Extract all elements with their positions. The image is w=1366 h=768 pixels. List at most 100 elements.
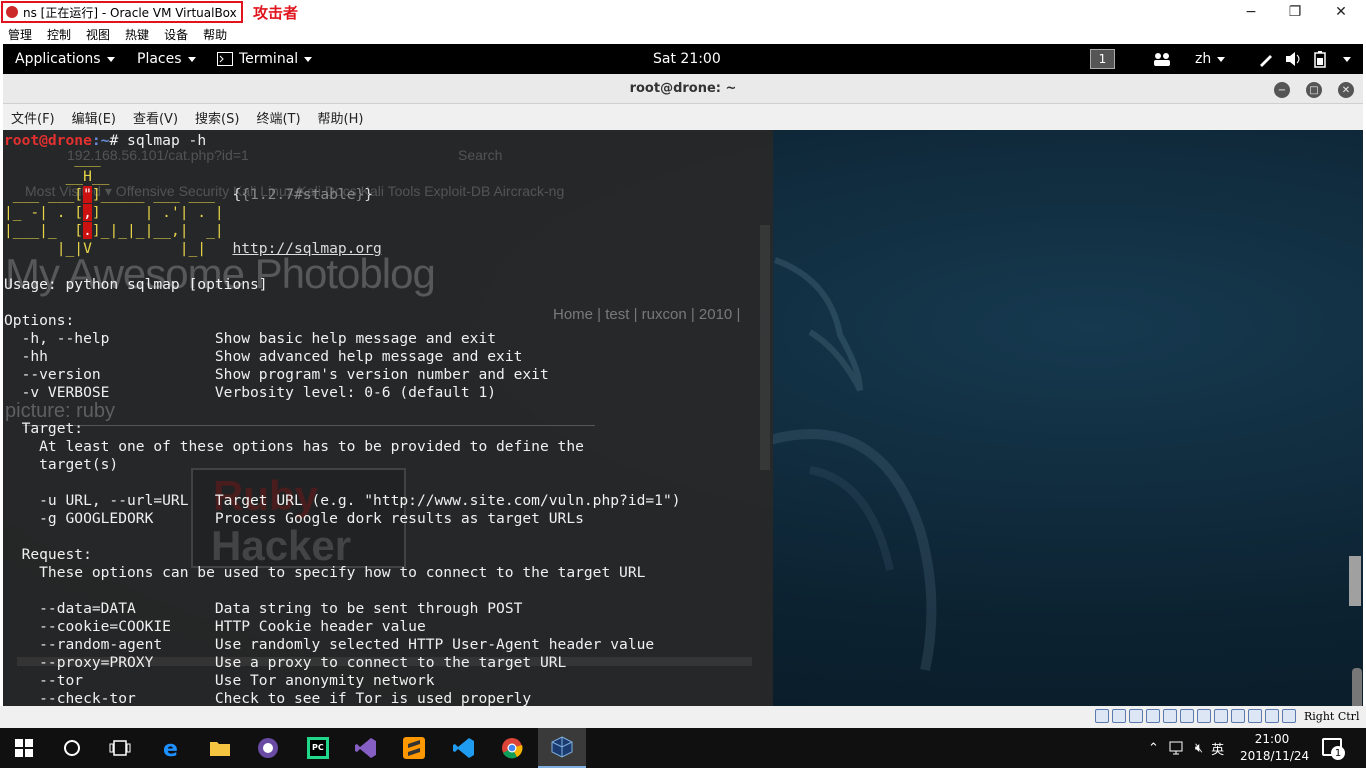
vbox-menu-control[interactable]: 控制 <box>47 26 71 43</box>
logo-line-4c: ] | .'| . | <box>91 204 224 221</box>
logo-line-2: __H__ <box>4 168 110 185</box>
sublime-icon[interactable] <box>390 728 438 768</box>
terminal-menu-file[interactable]: 文件(F) <box>11 108 55 127</box>
vbox-titlebar: ns [正在运行] - Oracle VM VirtualBox 攻击者 − ❐… <box>0 0 1366 24</box>
clock[interactable]: Sat 21:00 <box>653 44 721 74</box>
target-desc-2: target(s) <box>4 456 119 473</box>
start-icon[interactable] <box>0 728 48 768</box>
chevron-down-icon <box>106 56 115 62</box>
option-flag: -u URL, --url=URL <box>4 492 215 509</box>
option-flag: --version <box>4 366 215 383</box>
sqlmap-url[interactable]: http://sqlmap.org <box>232 240 381 257</box>
optical-drive-icon[interactable] <box>1112 709 1126 723</box>
terminal-close-button[interactable]: ✕ <box>1338 82 1354 98</box>
network-icon[interactable] <box>1146 709 1160 723</box>
shared-folder-icon[interactable] <box>1180 709 1194 723</box>
command: sqlmap -h <box>127 132 207 149</box>
taskbar-time: 21:00 <box>1254 732 1290 746</box>
pen-icon[interactable] <box>1258 44 1274 74</box>
option-desc: Target URL (e.g. "http://www.site.com/vu… <box>214 492 681 509</box>
terminal-menu-view[interactable]: 查看(V) <box>133 108 178 127</box>
terminal-menu-search[interactable]: 搜索(S) <box>195 108 239 127</box>
chrome-icon[interactable] <box>488 728 536 768</box>
hard-disk-icon[interactable] <box>1095 709 1109 723</box>
video-capture-icon[interactable] <box>1214 709 1228 723</box>
attacker-label: 攻击者 <box>253 4 299 22</box>
applications-menu[interactable]: Applications <box>15 44 115 74</box>
speaker-muted-icon[interactable]: 🔇︎ <box>1195 741 1203 756</box>
taskbar-clock[interactable]: 21:00 2018/11/24 <box>1240 731 1310 765</box>
debian-icon <box>6 6 18 18</box>
terminal-output[interactable]: 192.168.56.101/cat.php?id=1 Search Most … <box>3 130 773 706</box>
desktop-scrollbar[interactable] <box>1349 556 1361 606</box>
svg-text:e: e <box>163 737 178 759</box>
app-purple-icon[interactable] <box>244 728 292 768</box>
system-tray: ⌃ 🔇︎ 英 <box>1148 728 1232 768</box>
system-menu-icon[interactable] <box>1343 56 1351 62</box>
file-explorer-icon[interactable] <box>196 728 244 768</box>
chevron-down-icon <box>1217 56 1226 62</box>
svg-text:PC: PC <box>312 743 324 752</box>
volume-icon[interactable] <box>1285 44 1303 74</box>
ghost-scrollbar <box>760 225 770 470</box>
mouse-integration-icon[interactable] <box>1265 709 1279 723</box>
vbox-menubar: 管理 控制 视图 热键 设备 帮助 <box>0 24 1366 44</box>
cortana-icon[interactable] <box>48 728 96 768</box>
option-desc: Use randomly selected HTTP User-Agent he… <box>214 636 655 653</box>
host-key-label: Right Ctrl <box>1304 710 1360 723</box>
usb-icon[interactable] <box>1163 709 1177 723</box>
logo-line-5a: |___|_ [ <box>4 222 84 239</box>
option-flag: -g GOOGLEDORK <box>4 510 215 527</box>
close-button[interactable]: ✕ <box>1318 0 1364 24</box>
option-flag: --cookie=COOKIE <box>4 618 215 635</box>
ime-indicator[interactable]: 英 <box>1211 739 1224 758</box>
applications-label: Applications <box>15 51 101 67</box>
option-flag: -h, --help <box>4 330 215 347</box>
terminal-menu-terminal[interactable]: 终端(T) <box>256 108 300 127</box>
visual-studio-icon[interactable] <box>342 728 390 768</box>
logo-hl-2: , <box>83 204 92 221</box>
keyboard-icon[interactable] <box>1282 709 1296 723</box>
vbox-menu-view[interactable]: 视图 <box>86 26 110 43</box>
prompt-user: root@drone <box>4 132 92 149</box>
edge-icon[interactable]: e <box>148 728 196 768</box>
terminal-menu-edit[interactable]: 编辑(E) <box>72 108 116 127</box>
terminal-minimize-button[interactable]: − <box>1274 82 1290 98</box>
battery-icon[interactable] <box>1313 44 1327 74</box>
pycharm-icon[interactable]: PC <box>294 728 342 768</box>
audio-icon[interactable] <box>1129 709 1143 723</box>
terminal-app-menu[interactable]: Terminal <box>217 44 313 74</box>
input-method-label: zh <box>1195 51 1212 67</box>
vbox-menu-hotkeys[interactable]: 热键 <box>125 26 149 43</box>
taskbar-date: 2018/11/24 <box>1240 749 1310 763</box>
terminal-maximize-button[interactable]: □ <box>1306 82 1322 98</box>
minimize-button[interactable]: − <box>1228 0 1274 24</box>
option-flag: --random-agent <box>4 636 215 653</box>
option-desc: Data string to be sent through POST <box>214 600 523 617</box>
workspace-indicator[interactable]: 1 <box>1090 49 1115 69</box>
prompt-symbol: # <box>109 132 128 149</box>
vbox-menu-help[interactable]: 帮助 <box>203 26 227 43</box>
vbox-menu-manage[interactable]: 管理 <box>8 26 32 43</box>
input-method-menu[interactable]: zh <box>1195 44 1226 74</box>
logo-hl-1: " <box>83 186 92 203</box>
logo-hl-3: . <box>83 222 92 239</box>
guest-additions-icon[interactable] <box>1248 709 1262 723</box>
network-tray-icon[interactable] <box>1169 740 1187 756</box>
display-icon[interactable] <box>1197 709 1211 723</box>
notification-count: 1 <box>1331 746 1345 760</box>
virtualbox-icon[interactable] <box>538 728 586 768</box>
thermometer-icon <box>1352 668 1362 710</box>
terminal-menu-help[interactable]: 帮助(H) <box>318 108 364 127</box>
target-desc-1: At least one of these options has to be … <box>4 438 584 455</box>
terminal-title: root@drone: ~ <box>629 81 737 96</box>
people-icon[interactable] <box>1153 44 1171 74</box>
places-menu[interactable]: Places <box>137 44 196 74</box>
task-view-icon[interactable] <box>96 728 144 768</box>
restore-button[interactable]: ❐ <box>1272 0 1318 24</box>
cpu-icon[interactable] <box>1231 709 1245 723</box>
vbox-menu-devices[interactable]: 设备 <box>164 26 188 43</box>
chevron-up-icon[interactable]: ⌃ <box>1148 741 1159 756</box>
vbox-window-title: ns [正在运行] - Oracle VM VirtualBox <box>1 1 243 23</box>
vscode-icon[interactable] <box>440 728 488 768</box>
